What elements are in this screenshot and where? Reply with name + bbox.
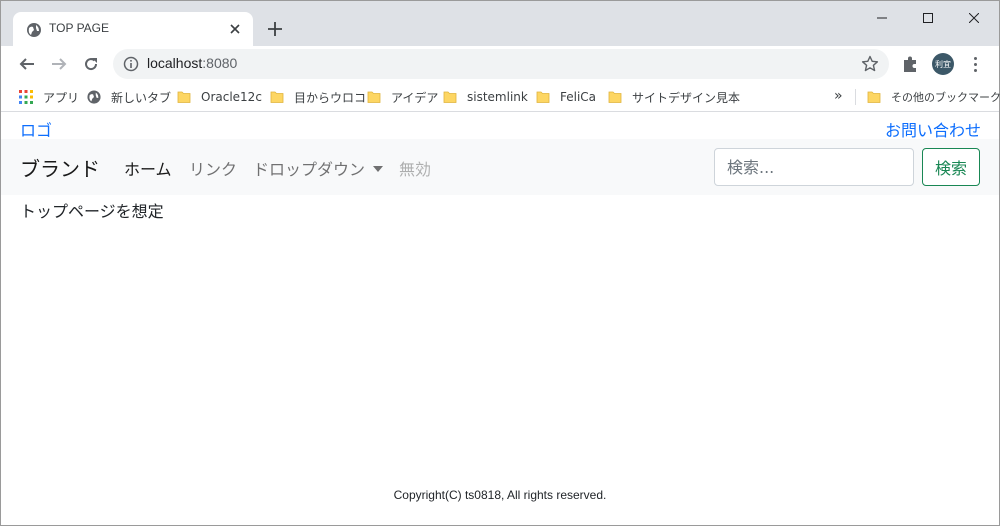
navbar: ブランド ホーム リンク ドロップダウン 無効 検索 [1, 139, 999, 195]
bookmark-label: その他のブックマーク [891, 91, 1000, 104]
puzzle-icon[interactable] [901, 54, 921, 74]
profile-avatar[interactable]: 利宜 [932, 53, 954, 75]
bookmark-label: アイデア [391, 90, 439, 105]
window-close-button[interactable] [951, 7, 997, 29]
folder-icon [867, 91, 881, 103]
bookmark-site-design[interactable]: サイトデザイン見本 [608, 88, 740, 106]
nav-item-dropdown[interactable]: ドロップダウン [253, 156, 384, 180]
bookmark-label: アプリ [43, 90, 80, 105]
bookmarks-divider [855, 89, 856, 105]
bookmark-label: 目からウロコ [294, 90, 367, 105]
main-content-text: トップページを想定 [20, 202, 164, 221]
search-input[interactable] [714, 148, 914, 186]
bookmark-label: サイトデザイン見本 [632, 90, 741, 105]
close-icon[interactable] [225, 19, 245, 39]
url-host: localhost [147, 55, 203, 71]
navbar-brand[interactable]: ブランド [20, 153, 100, 182]
browser-tab-strip: TOP PAGE [1, 1, 999, 46]
bookmark-label: 新しいタブ [111, 90, 172, 105]
folder-icon [270, 91, 284, 103]
nav-item-link[interactable]: リンク [189, 156, 237, 180]
folder-icon [177, 91, 191, 103]
kebab-menu-icon[interactable] [967, 54, 983, 74]
caret-down-icon [373, 165, 384, 172]
bookmark-idea[interactable]: アイデア [367, 88, 438, 106]
bookmark-new-tab[interactable]: 新しいタブ [87, 88, 171, 106]
globe-icon [27, 23, 41, 37]
nav-item-home[interactable]: ホーム [124, 156, 172, 180]
bookmark-apps[interactable]: アプリ [19, 88, 79, 106]
arrow-left-icon [19, 58, 34, 70]
folder-icon [536, 91, 550, 103]
bookmark-label: sistemlink [467, 90, 528, 104]
nav-item-disabled: 無効 [399, 160, 432, 179]
reload-icon [85, 58, 98, 71]
back-button[interactable] [15, 52, 39, 76]
address-bar[interactable]: localhost:8080 [113, 49, 889, 79]
bookmark-sistemlink[interactable]: sistemlink [443, 88, 528, 106]
star-icon[interactable] [861, 55, 879, 73]
footer-copyright: Copyright(C) ts0818, All rights reserved… [393, 488, 607, 502]
maximize-button[interactable] [905, 7, 951, 29]
globe-icon [87, 90, 101, 104]
contact-link[interactable]: お問い合わせ [885, 117, 981, 141]
folder-icon [443, 91, 457, 103]
url-port: :8080 [202, 55, 238, 71]
bookmark-oracle12c[interactable]: Oracle12c [177, 88, 262, 106]
bookmark-other[interactable]: その他のブックマーク [867, 88, 1000, 106]
search-button[interactable]: 検索 [922, 148, 980, 186]
address-url: localhost:8080 [147, 55, 237, 71]
info-icon[interactable] [123, 56, 139, 72]
browser-tab[interactable]: TOP PAGE [13, 12, 253, 46]
bookmark-label: Oracle12c [201, 90, 262, 104]
new-tab-button[interactable] [263, 17, 287, 41]
folder-icon [367, 91, 381, 103]
tab-title: TOP PAGE [49, 21, 110, 35]
forward-button[interactable] [47, 52, 71, 76]
bookmark-felica[interactable]: FeliCa [536, 88, 596, 106]
web-page: ロゴ お問い合わせ ブランド ホーム リンク ドロップダウン 無効 検索 トップ… [1, 113, 999, 525]
arrow-right-icon [52, 58, 67, 70]
logo-link[interactable]: ロゴ [20, 117, 52, 141]
bookmarks-bar: アプリ 新しいタブ Oracle12c 目からウロコ アイデア sistemli… [1, 82, 1000, 112]
bookmark-me-kara-uroko[interactable]: 目からウロコ [270, 88, 366, 106]
folder-icon [608, 91, 622, 103]
dropdown-label: ドロップダウン [253, 160, 366, 179]
reload-button[interactable] [79, 52, 103, 76]
bookmark-label: FeliCa [560, 90, 597, 104]
more-bookmarks-chevron-icon[interactable]: » [834, 88, 843, 104]
page-top-bar: ロゴ お問い合わせ [1, 113, 999, 141]
browser-toolbar: localhost:8080 利宜 [1, 46, 999, 82]
apps-grid-icon [19, 90, 33, 104]
minimize-button[interactable] [859, 7, 905, 29]
